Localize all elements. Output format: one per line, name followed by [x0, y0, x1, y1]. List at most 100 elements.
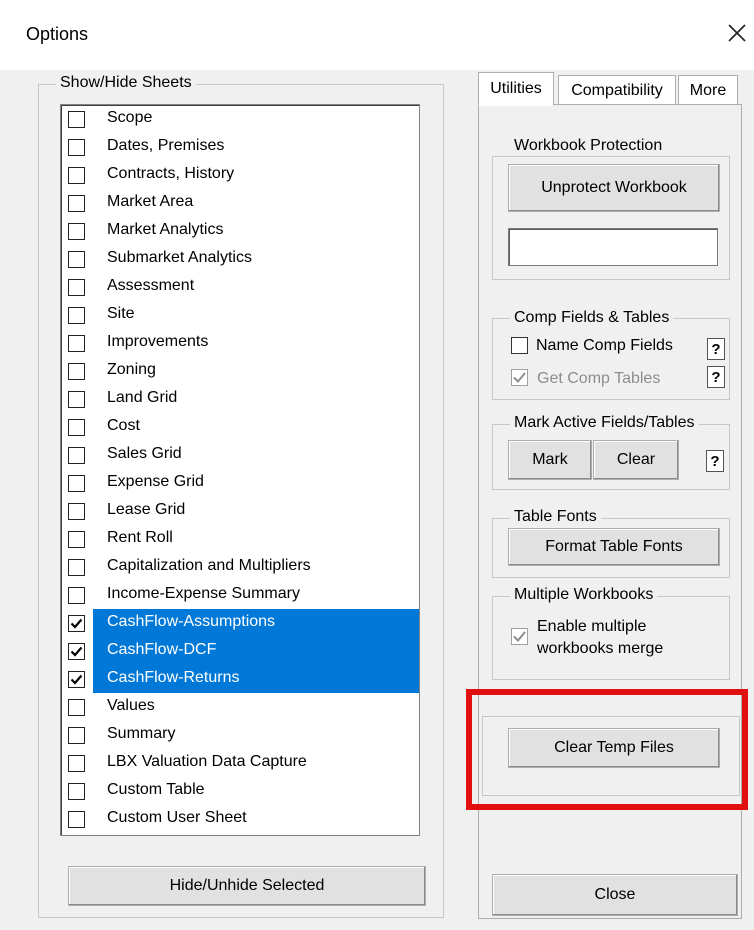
- sheet-list-item[interactable]: Land Grid: [61, 385, 419, 413]
- sheet-checkbox[interactable]: [68, 363, 85, 380]
- sheet-checkbox[interactable]: [68, 587, 85, 604]
- sheet-list-item[interactable]: Summary: [61, 721, 419, 749]
- checkmark-icon: [70, 618, 83, 629]
- sheet-list-item[interactable]: Values: [61, 693, 419, 721]
- unprotect-workbook-button[interactable]: Unprotect Workbook: [508, 164, 720, 212]
- tab-utilities[interactable]: Utilities: [478, 72, 554, 106]
- checkmark-icon: [513, 631, 526, 642]
- checkmark-icon: [70, 646, 83, 657]
- sheet-list-item[interactable]: CashFlow-DCF: [61, 637, 419, 665]
- sheet-checkbox[interactable]: [68, 615, 85, 632]
- sheets-group-legend: Show/Hide Sheets: [56, 74, 196, 92]
- sheet-checkbox[interactable]: [68, 251, 85, 268]
- name-comp-fields-help-button[interactable]: ?: [707, 338, 725, 360]
- sheet-checkbox[interactable]: [68, 643, 85, 660]
- sheet-label: Custom Table: [107, 781, 205, 798]
- sheet-list-item[interactable]: Expense Grid: [61, 469, 419, 497]
- sheet-list-item[interactable]: Market Area: [61, 189, 419, 217]
- sheet-list-item[interactable]: Improvements: [61, 329, 419, 357]
- sheet-label: Lease Grid: [107, 501, 186, 518]
- title-bar: Options: [0, 0, 754, 70]
- sheet-list-item[interactable]: Assessment: [61, 273, 419, 301]
- sheet-list-item[interactable]: Custom User Sheet: [61, 805, 419, 833]
- sheet-label: Values: [107, 697, 155, 714]
- sheet-list-item[interactable]: Zoning: [61, 357, 419, 385]
- comp-fields-legend: Comp Fields & Tables: [510, 309, 674, 327]
- sheet-label: Land Grid: [107, 389, 178, 406]
- sheet-checkbox[interactable]: [68, 783, 85, 800]
- sheet-checkbox[interactable]: [68, 307, 85, 324]
- sheet-label: Income-Expense Summary: [107, 585, 300, 602]
- enable-multiple-label-line2: workbooks merge: [537, 640, 664, 657]
- sheet-checkbox[interactable]: [68, 447, 85, 464]
- sheet-checkbox[interactable]: [68, 335, 85, 352]
- sheet-list-item[interactable]: LBX Valuation Data Capture: [61, 749, 419, 777]
- sheet-list-item[interactable]: Cost: [61, 413, 419, 441]
- sheet-checkbox[interactable]: [68, 195, 85, 212]
- clear-button[interactable]: Clear: [593, 440, 679, 480]
- sheet-list-item[interactable]: Rent Roll: [61, 525, 419, 553]
- sheet-checkbox[interactable]: [68, 755, 85, 772]
- multiple-workbooks-legend: Multiple Workbooks: [510, 586, 658, 604]
- sheet-label: Summary: [107, 725, 176, 742]
- sheet-checkbox[interactable]: [68, 811, 85, 828]
- sheet-checkbox[interactable]: [68, 167, 85, 184]
- checkmark-icon: [70, 674, 83, 685]
- hide-unhide-button[interactable]: Hide/Unhide Selected: [68, 866, 426, 906]
- sheet-list-item[interactable]: Market Analytics: [61, 217, 419, 245]
- sheet-checkbox[interactable]: [68, 223, 85, 240]
- name-comp-fields-checkbox[interactable]: [511, 337, 528, 354]
- sheet-label: CashFlow-Returns: [107, 669, 240, 686]
- tab-compatibility[interactable]: Compatibility: [558, 75, 676, 105]
- format-table-fonts-button[interactable]: Format Table Fonts: [508, 528, 720, 566]
- tab-more[interactable]: More: [678, 75, 738, 105]
- close-icon[interactable]: [726, 20, 748, 46]
- sheet-label: LBX Valuation Data Capture: [107, 753, 307, 770]
- sheet-checkbox[interactable]: [68, 391, 85, 408]
- sheet-checkbox[interactable]: [68, 671, 85, 688]
- sheet-list-item[interactable]: Scope: [61, 105, 419, 133]
- sheet-label: Submarket Analytics: [107, 249, 252, 266]
- sheet-checkbox[interactable]: [68, 503, 85, 520]
- sheet-checkbox[interactable]: [68, 279, 85, 296]
- sheet-label: Cost: [107, 417, 140, 434]
- sheet-checkbox[interactable]: [68, 699, 85, 716]
- sheet-checkbox[interactable]: [68, 531, 85, 548]
- mark-active-help-button[interactable]: ?: [706, 450, 724, 472]
- sheet-label: CashFlow-Assumptions: [107, 613, 276, 630]
- sheet-list-item[interactable]: CashFlow-Returns: [61, 665, 419, 693]
- sheet-list-item[interactable]: Site: [61, 301, 419, 329]
- sheet-label: Zoning: [107, 361, 156, 378]
- tab-utilities-label: Utilities: [490, 80, 542, 97]
- workbook-protection-legend: Workbook Protection: [510, 137, 667, 155]
- close-button[interactable]: Close: [492, 874, 738, 916]
- sheet-list-item[interactable]: CashFlow-Assumptions: [61, 609, 419, 637]
- get-comp-tables-checkbox[interactable]: [511, 369, 528, 386]
- sheet-checkbox[interactable]: [68, 475, 85, 492]
- sheet-label: Market Analytics: [107, 221, 224, 238]
- checkmark-icon: [513, 372, 526, 383]
- sheet-list-item[interactable]: Submarket Analytics: [61, 245, 419, 273]
- sheet-list-item[interactable]: Income-Expense Summary: [61, 581, 419, 609]
- mark-button[interactable]: Mark: [508, 440, 592, 480]
- enable-multiple-workbooks-checkbox[interactable]: [511, 628, 528, 645]
- sheet-list-item[interactable]: Contracts, History: [61, 161, 419, 189]
- sheet-list-item[interactable]: Lease Grid: [61, 497, 419, 525]
- sheet-list-item[interactable]: Sales Grid: [61, 441, 419, 469]
- get-comp-tables-help-button[interactable]: ?: [707, 366, 725, 388]
- sheet-label: Scope: [107, 109, 153, 126]
- sheet-checkbox[interactable]: [68, 111, 85, 128]
- sheet-list-item[interactable]: Capitalization and Multipliers: [61, 553, 419, 581]
- sheet-label: CashFlow-DCF: [107, 641, 217, 658]
- sheet-label: Site: [107, 305, 135, 322]
- sheet-list-item[interactable]: Dates, Premises: [61, 133, 419, 161]
- sheet-checkbox[interactable]: [68, 419, 85, 436]
- sheet-list-item[interactable]: Custom Table: [61, 777, 419, 805]
- sheet-checkbox[interactable]: [68, 559, 85, 576]
- name-comp-fields-label: Name Comp Fields: [536, 337, 673, 354]
- password-input[interactable]: [508, 228, 718, 266]
- sheet-checkbox[interactable]: [68, 727, 85, 744]
- sheets-listbox[interactable]: Scope Dates, Premises Contracts, History Ma…: [60, 104, 420, 836]
- sheet-checkbox[interactable]: [68, 139, 85, 156]
- mark-active-legend: Mark Active Fields/Tables: [510, 414, 699, 432]
